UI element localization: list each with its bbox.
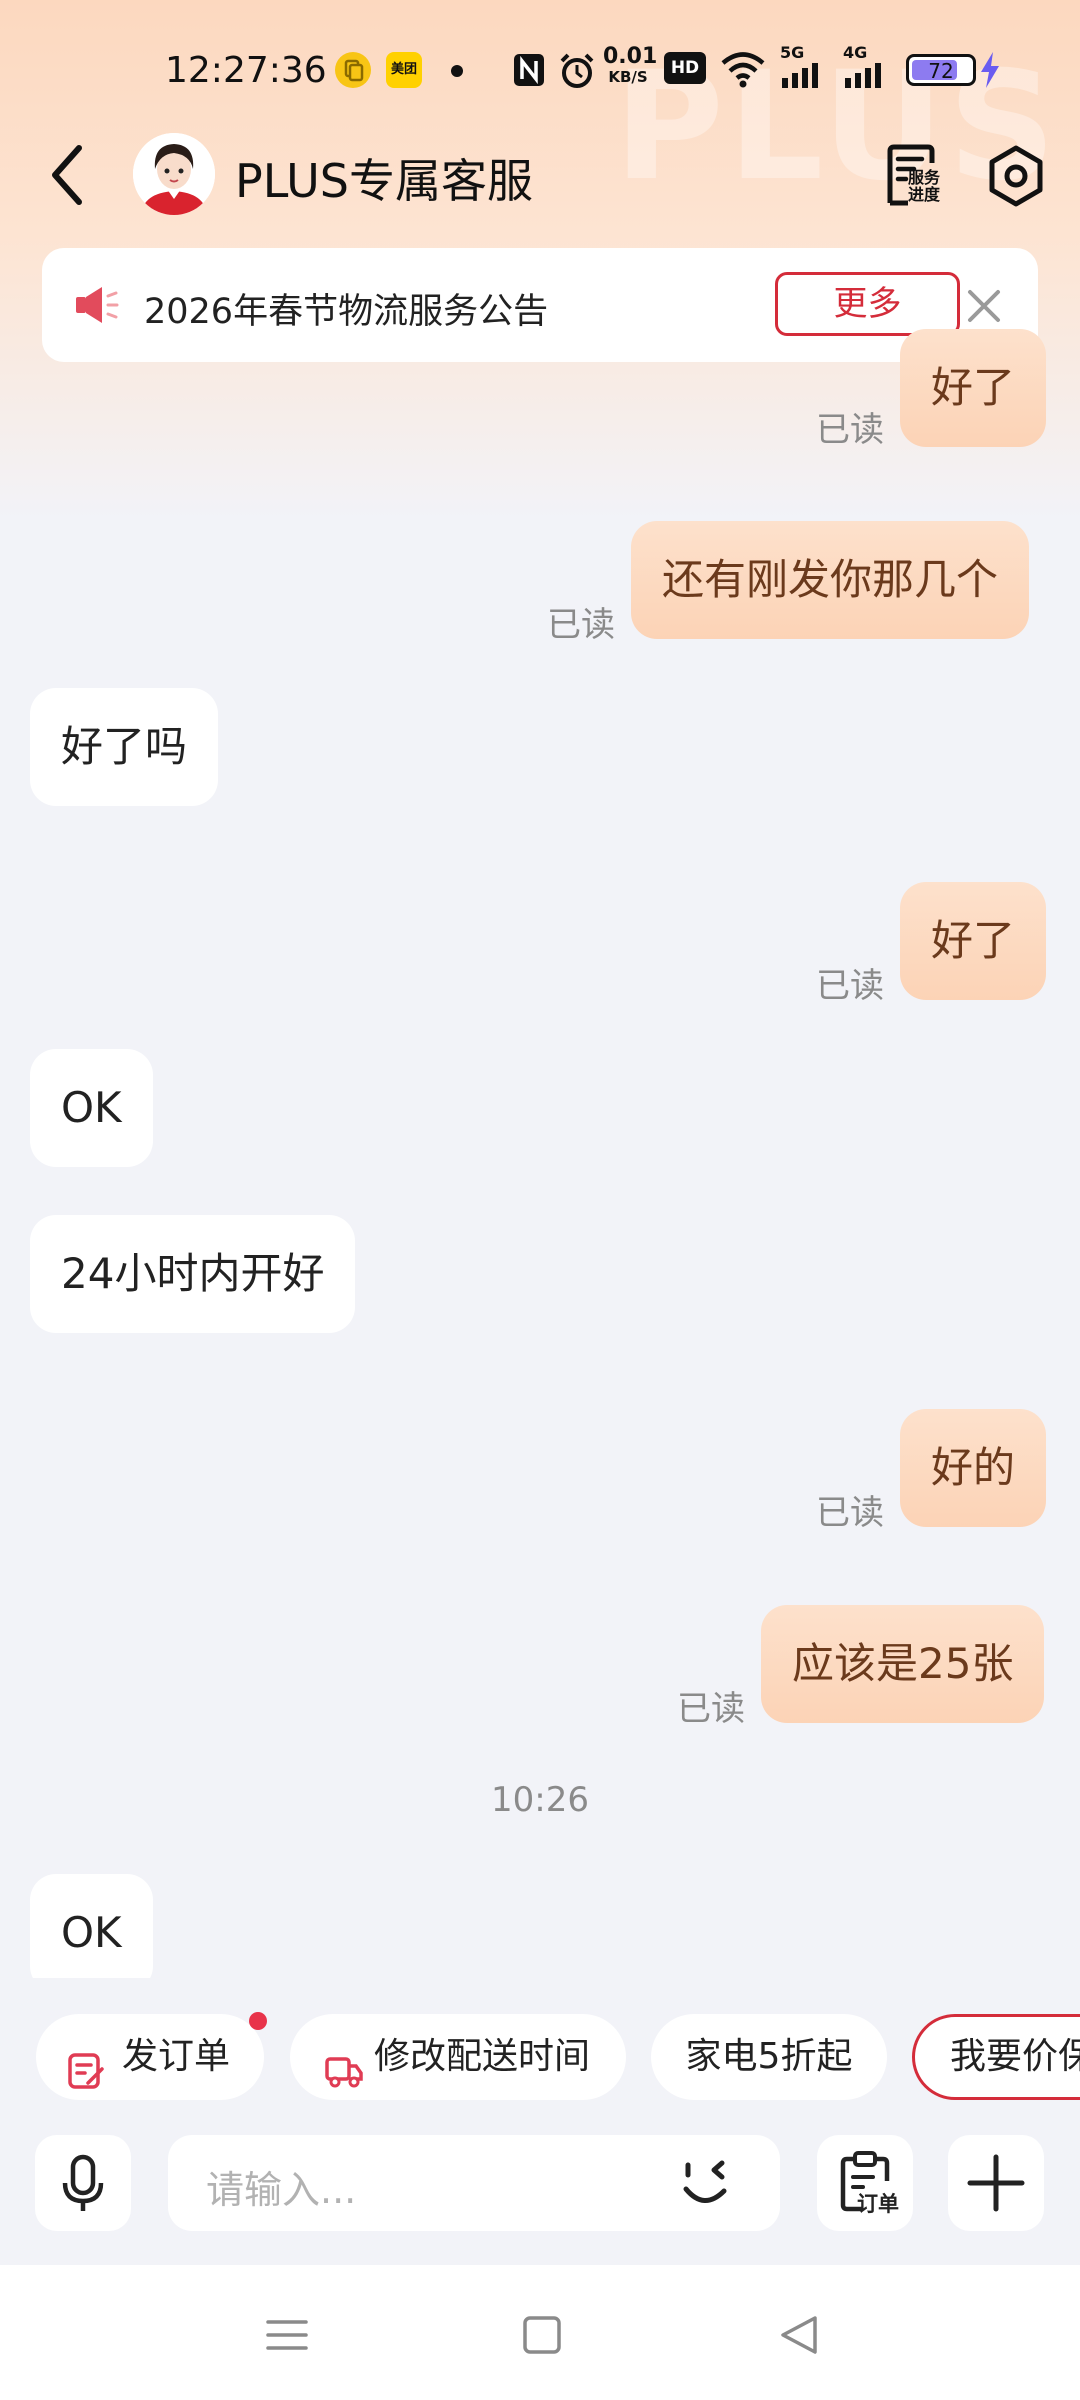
agent-message-bubble[interactable]: 24小时内开好	[30, 1215, 356, 1333]
unread-badge	[249, 2012, 267, 2030]
message-input[interactable]: 请输入...	[168, 2135, 780, 2231]
order-button[interactable]: 订单	[817, 2135, 913, 2231]
battery-icon: 72	[906, 54, 976, 86]
menu-icon[interactable]	[262, 2310, 312, 2360]
notification-dot-icon	[451, 65, 463, 77]
nfc-icon	[512, 52, 546, 92]
hd-voice-icon: HD	[664, 52, 706, 84]
modify-delivery-time-chip[interactable]: 修改配送时间	[290, 2014, 626, 2100]
price-protection-chip[interactable]: 我要价保	[912, 2014, 1080, 2100]
service-progress-button[interactable]: 服务 进度	[880, 143, 946, 209]
battery-level: 72	[928, 59, 954, 83]
back-button[interactable]	[45, 140, 105, 210]
agent-message-bubble[interactable]: OK	[30, 1049, 153, 1167]
my-message-bubble[interactable]: 好了	[900, 882, 1047, 1000]
delivery-truck-icon	[324, 2037, 364, 2088]
emoji-button[interactable]	[678, 2153, 744, 2213]
plus-icon	[967, 2154, 1025, 2212]
app-notification-icon	[335, 52, 371, 88]
sim2-network-type: 4G	[843, 43, 868, 62]
chat-clip: OK	[0, 1860, 1080, 1978]
cellular-4g-icon: 4G	[843, 44, 889, 92]
system-navigation-bar	[0, 2265, 1080, 2400]
my-message-bubble[interactable]: 还有刚发你那几个	[631, 521, 1030, 639]
order-icon	[66, 2037, 106, 2089]
message-timestamp: 10:26	[491, 1780, 589, 1820]
agent-avatar[interactable]	[133, 133, 215, 215]
announcement-banner[interactable]: 2026年春节物流服务公告 更多	[42, 248, 1038, 362]
read-status: 已读	[677, 1689, 745, 1729]
agent-message-bubble[interactable]: 好了吗	[30, 688, 219, 806]
settings-hexagon-icon	[989, 145, 1043, 207]
more-button[interactable]: 更多	[775, 272, 960, 336]
read-status: 已读	[816, 410, 884, 450]
chip-label: 修改配送时间	[374, 2036, 591, 2077]
service-progress-label-line1: 服务	[908, 168, 941, 187]
alarm-icon	[558, 52, 596, 94]
my-message-bubble[interactable]: 应该是25张	[761, 1605, 1045, 1723]
home-icon[interactable]	[517, 2310, 567, 2360]
settings-button[interactable]	[983, 143, 1049, 209]
network-speed: 0.01 KB/S	[603, 44, 658, 87]
appliance-discount-chip[interactable]: 家电5折起	[651, 2014, 887, 2100]
service-progress-label: 服务 进度	[908, 169, 940, 203]
my-message-bubble[interactable]: 好的	[900, 1409, 1047, 1527]
close-icon[interactable]	[954, 276, 1014, 336]
wifi-icon	[720, 50, 766, 92]
read-status: 已读	[816, 1493, 884, 1533]
send-order-chip[interactable]: 发订单	[36, 2014, 264, 2100]
page-title: PLUS专属客服	[235, 154, 533, 208]
chip-label: 家电5折起	[685, 2036, 853, 2077]
chip-label: 我要价保	[950, 2036, 1080, 2077]
announcement-text: 2026年春节物流服务公告	[144, 292, 549, 332]
meituan-icon: 美团	[386, 52, 422, 88]
chip-label: 发订单	[122, 2036, 231, 2077]
network-speed-unit: KB/S	[608, 68, 648, 86]
more-options-button[interactable]	[948, 2135, 1044, 2231]
sim1-network-type: 5G	[780, 43, 805, 62]
my-message-bubble[interactable]: 好了	[900, 329, 1047, 447]
read-status: 已读	[547, 605, 615, 645]
price-protect-chip-clip: 我要价保	[910, 2014, 1080, 2100]
microphone-icon	[62, 2154, 104, 2211]
network-speed-value: 0.01	[603, 44, 658, 69]
charging-icon	[979, 52, 1001, 92]
emoji-wink-icon	[683, 2160, 727, 2203]
back-nav-icon[interactable]	[775, 2310, 825, 2360]
cellular-5g-icon: 5G	[780, 44, 826, 92]
status-time: 12:27:36	[165, 50, 327, 91]
read-status: 已读	[816, 966, 884, 1006]
order-button-label: 订单	[857, 2192, 899, 2216]
message-input-placeholder: 请输入...	[206, 2168, 357, 2212]
agent-message-bubble[interactable]: OK	[30, 1874, 153, 1978]
status-bar: 12:27:36 美团 0.01 KB/S HD 5G 4G 72	[0, 40, 1080, 102]
voice-input-button[interactable]	[35, 2135, 131, 2231]
megaphone-icon	[74, 284, 120, 326]
service-progress-label-line2: 进度	[908, 185, 941, 204]
